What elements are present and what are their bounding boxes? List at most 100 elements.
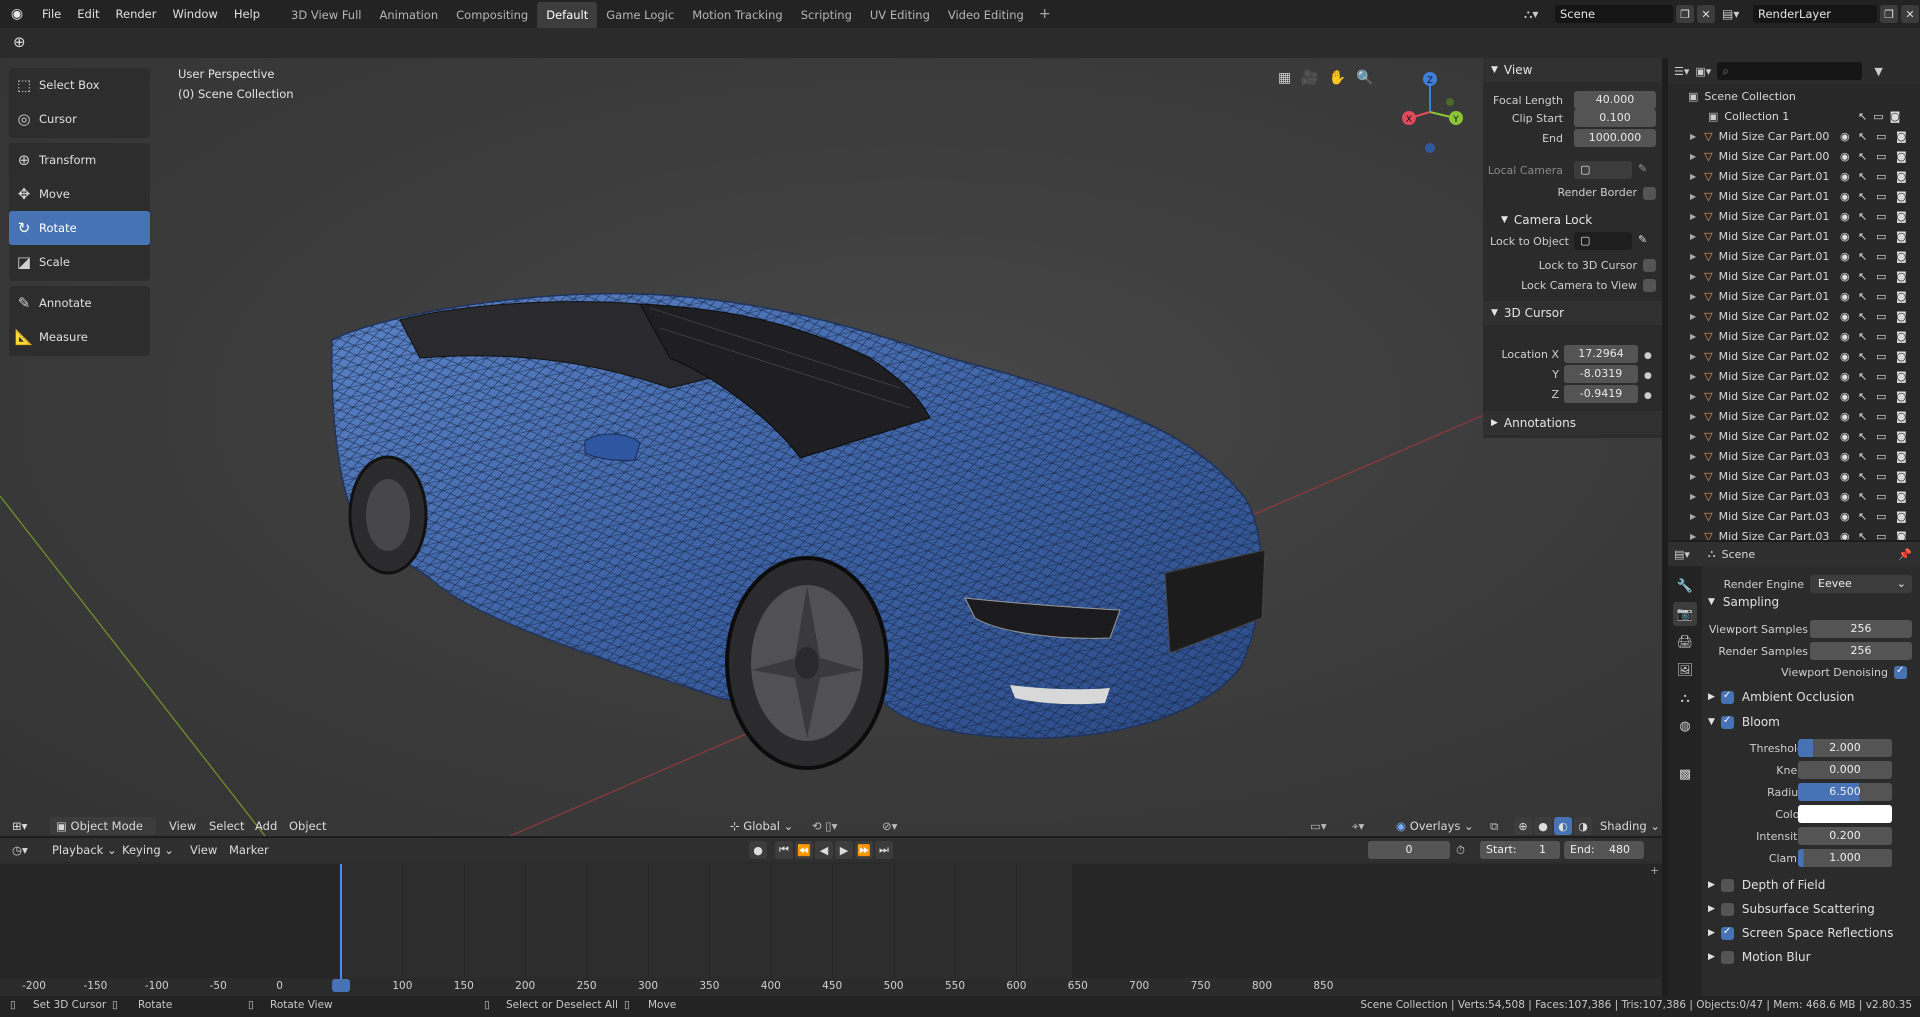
play-icon[interactable]: ▶ xyxy=(835,841,853,859)
outliner-object-row[interactable]: ▶ ▽ Mid Size Car Part.02 ◉ ↖ ▭ ◙ xyxy=(1668,306,1920,326)
mode-dropdown[interactable]: ▣ Object Mode ⌄ xyxy=(50,817,156,851)
selectable-arrow-icon[interactable]: ↖ xyxy=(1858,370,1867,383)
grid-view-icon[interactable]: ▦ xyxy=(1278,70,1291,86)
jump-start-icon[interactable]: ⏮ xyxy=(775,841,793,859)
selectable-arrow-icon[interactable]: ↖ xyxy=(1858,190,1867,203)
menu-render[interactable]: Render xyxy=(108,0,165,28)
expand-icon[interactable]: ▶ xyxy=(1690,132,1696,141)
record-icon[interactable]: ● xyxy=(749,841,767,859)
expand-icon[interactable]: ▶ xyxy=(1690,532,1696,541)
visibility-eye-icon[interactable]: ◉ xyxy=(1840,430,1850,443)
render-camera-icon[interactable]: ◙ xyxy=(1896,250,1907,263)
menu-help[interactable]: Help xyxy=(226,0,268,28)
display-mode-icon[interactable]: ▣▾ xyxy=(1695,65,1711,78)
lock-camera-to-view-checkbox[interactable] xyxy=(1643,279,1656,292)
delete-view-layer-icon[interactable]: ✕ xyxy=(1901,5,1919,23)
menu-edit[interactable]: Edit xyxy=(69,0,107,28)
selectable-arrow-icon[interactable]: ↖ xyxy=(1858,350,1867,363)
outliner-object-row[interactable]: ▶ ▽ Mid Size Car Part.01 ◉ ↖ ▭ ◙ xyxy=(1668,226,1920,246)
selectable-arrow-icon[interactable]: ↖ xyxy=(1858,510,1867,523)
copy-view-layer-icon[interactable]: ❐ xyxy=(1880,5,1898,23)
render-camera-icon[interactable]: ◙ xyxy=(1896,350,1907,363)
viewport-display-icon[interactable]: ▭ xyxy=(1876,450,1886,463)
3d-viewport[interactable]: ⬚ Select Box ◎ Cursor ⊕ Transform ✥ Move ↻ Ro… xyxy=(0,58,1662,836)
render-camera-icon[interactable]: ◙ xyxy=(1896,230,1907,243)
render-camera-icon[interactable]: ◙ xyxy=(1896,530,1907,541)
render-camera-icon[interactable]: ◙ xyxy=(1896,490,1907,503)
keyframe-dots[interactable]: ● ● ● xyxy=(1644,346,1652,406)
outliner-object-row[interactable]: ▶ ▽ Mid Size Car Part.02 ◉ ↖ ▭ ◙ xyxy=(1668,386,1920,406)
render-camera-icon[interactable]: ◙ xyxy=(1896,290,1907,303)
visibility-eye-icon[interactable]: ◉ xyxy=(1840,370,1850,383)
expand-icon[interactable]: ▶ xyxy=(1690,232,1696,241)
playhead-marker[interactable] xyxy=(332,979,350,992)
expand-icon[interactable]: ▶ xyxy=(1690,152,1696,161)
location-x-field[interactable]: 17.2964 xyxy=(1564,345,1638,363)
outliner-object-row[interactable]: ▶ ▽ Mid Size Car Part.01 ◉ ↖ ▭ ◙ xyxy=(1668,206,1920,226)
render-camera-icon[interactable]: ◙ xyxy=(1896,310,1907,323)
overlays-dropdown[interactable]: ◉ Overlays ⌄ xyxy=(1396,817,1474,835)
viewport-display-icon[interactable]: ▭ xyxy=(1876,190,1886,203)
screen-space-reflections-checkbox[interactable] xyxy=(1720,926,1734,940)
selectable-arrow-icon[interactable]: ↖ xyxy=(1858,390,1867,403)
render-camera-icon[interactable]: ◙ xyxy=(1896,430,1907,443)
render-samples-field[interactable]: 256 xyxy=(1810,642,1912,660)
intensity-slider[interactable]: 0.200 xyxy=(1798,827,1892,845)
depth-of-field-header[interactable]: ▶ Depth of Field xyxy=(1708,874,1825,896)
gizmo-toggle-icon[interactable]: ⌖▾ xyxy=(1352,814,1364,838)
end-frame-field[interactable]: End: 480 xyxy=(1564,841,1644,859)
scene-name-field[interactable]: Scene xyxy=(1555,5,1673,23)
expand-icon[interactable]: ▶ xyxy=(1690,292,1696,301)
expand-icon[interactable]: ▶ xyxy=(1690,432,1696,441)
outliner-object-row[interactable]: ▶ ▽ Mid Size Car Part.03 ◉ ↖ ▭ ◙ xyxy=(1668,486,1920,506)
filter-icon[interactable]: ▼ xyxy=(1874,65,1882,78)
viewport-display-icon[interactable]: ▭ xyxy=(1876,210,1886,223)
viewport-display-icon[interactable]: ▭ xyxy=(1876,390,1886,403)
frame-range-area[interactable] xyxy=(341,864,1072,978)
scene-icon[interactable]: ⛬▾ xyxy=(1524,7,1552,22)
selectable-arrow-icon[interactable]: ↖ xyxy=(1858,530,1867,541)
expand-icon[interactable]: ▶ xyxy=(1690,372,1696,381)
transform-pivot-icon[interactable]: ⊕ xyxy=(13,33,39,53)
render-camera-icon[interactable]: ◙ xyxy=(1896,190,1907,203)
expand-icon[interactable]: ▶ xyxy=(1690,492,1696,501)
playhead[interactable] xyxy=(340,864,342,986)
tool-tab-icon[interactable]: 🔧 xyxy=(1673,574,1697,598)
navigation-gizmo[interactable]: Z Y X xyxy=(1395,66,1470,166)
outliner-search-input[interactable]: ⌕ xyxy=(1717,62,1863,80)
render-camera-icon[interactable]: ◙ xyxy=(1896,210,1907,223)
editor-type-icon[interactable]: ◷▾ xyxy=(12,838,28,862)
outliner-object-row[interactable]: ▶ ▽ Mid Size Car Part.03 ◉ ↖ ▭ ◙ xyxy=(1668,466,1920,486)
tool-move[interactable]: ✥ Move xyxy=(9,177,150,211)
selectable-arrow-icon[interactable]: ↖ xyxy=(1858,250,1867,263)
workspace-tab-motion-tracking[interactable]: Motion Tracking xyxy=(683,2,792,28)
selectable-arrow-icon[interactable]: ↖ xyxy=(1858,170,1867,183)
visibility-eye-icon[interactable]: ◉ xyxy=(1840,150,1850,163)
solid-shading-icon[interactable]: ● xyxy=(1534,817,1552,835)
tool-scale[interactable]: ◪ Scale xyxy=(9,245,150,279)
outliner-object-row[interactable]: ▶ ▽ Mid Size Car Part.02 ◉ ↖ ▭ ◙ xyxy=(1668,326,1920,346)
eyedropper-icon[interactable]: ✎ xyxy=(1638,233,1647,246)
view-layer-tab-icon[interactable]: 🖼 xyxy=(1673,658,1697,682)
expand-icon[interactable]: ▶ xyxy=(1690,512,1696,521)
outliner-object-row[interactable]: ▶ ▽ Mid Size Car Part.03 ◉ ↖ ▭ ◙ xyxy=(1668,526,1920,541)
visibility-eye-icon[interactable]: ◉ xyxy=(1840,350,1850,363)
texture-tab-icon[interactable]: ▩ xyxy=(1673,762,1697,786)
visibility-eye-icon[interactable]: ◉ xyxy=(1840,330,1850,343)
orientation-dropdown[interactable]: ⊹ Global ⌄ xyxy=(730,817,806,835)
viewport-display-icon[interactable]: ▭ xyxy=(1876,430,1886,443)
render-tab-icon[interactable]: 📷 xyxy=(1673,602,1697,626)
subsurface-scattering-checkbox[interactable] xyxy=(1720,902,1734,916)
selectable-arrow-icon[interactable]: ↖ xyxy=(1858,230,1867,243)
material-shading-icon[interactable]: ◐ xyxy=(1554,817,1572,835)
sampling-header[interactable]: ▼ Sampling xyxy=(1708,591,1779,613)
expand-icon[interactable]: ▶ xyxy=(1690,252,1696,261)
viewport-display-icon[interactable]: ▭ xyxy=(1876,490,1886,503)
hand-pan-icon[interactable]: ✋ xyxy=(1329,70,1346,86)
current-frame-field[interactable]: 0 xyxy=(1368,841,1450,859)
outliner-object-row[interactable]: ▶ ▽ Mid Size Car Part.00 ◉ ↖ ▭ ◙ xyxy=(1668,126,1920,146)
render-camera-icon[interactable]: ◙ xyxy=(1896,130,1907,143)
expand-icon[interactable]: ▶ xyxy=(1690,272,1696,281)
visibility-eye-icon[interactable]: ◉ xyxy=(1840,510,1850,523)
viewport-display-icon[interactable]: ▭ xyxy=(1876,250,1886,263)
